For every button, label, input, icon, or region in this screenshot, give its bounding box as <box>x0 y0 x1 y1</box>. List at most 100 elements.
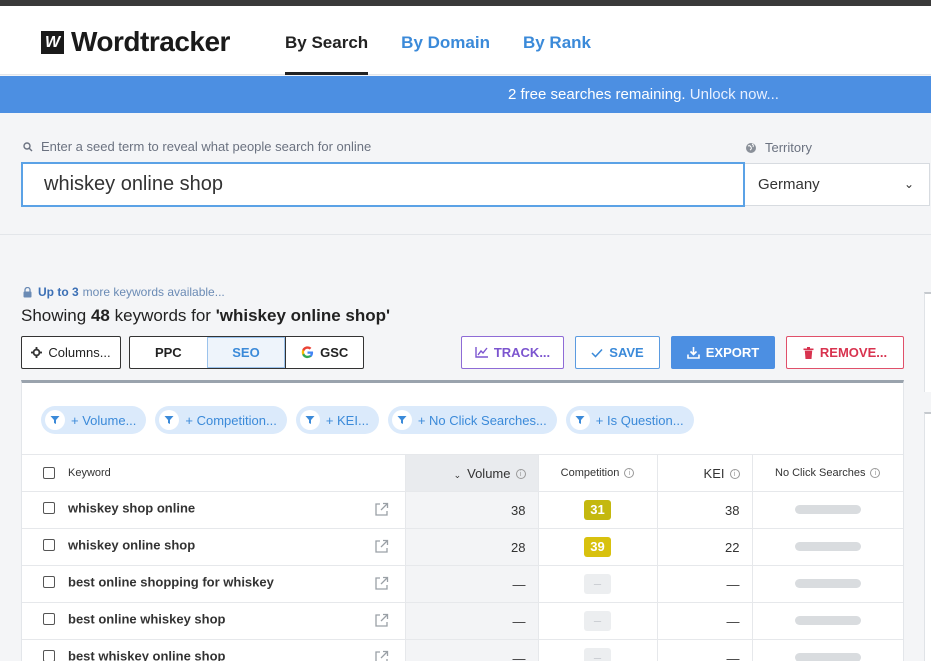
results-summary: Showing 48 keywords for 'whiskey online … <box>21 306 390 326</box>
external-link-icon[interactable] <box>374 576 389 594</box>
remove-button[interactable]: REMOVE... <box>786 336 904 369</box>
table-row[interactable]: whiskey shop online 38 31 38 <box>22 491 903 529</box>
ppc-toggle[interactable]: PPC <box>130 337 207 368</box>
chevron-down-icon: ⌄ <box>903 177 914 191</box>
table-row[interactable]: best whiskey online shop — – — <box>22 639 903 661</box>
volume-cell: — <box>404 639 538 661</box>
columns-button[interactable]: Columns... <box>21 336 121 369</box>
mode-switch: PPC SEO GSC <box>129 336 364 369</box>
no-click-cell <box>751 602 903 640</box>
info-icon[interactable]: i <box>870 468 881 479</box>
save-button[interactable]: SAVE <box>575 336 660 369</box>
sort-chevron-icon: ⌄ <box>453 469 462 480</box>
side-panel-edge <box>924 292 931 392</box>
filter-icon <box>569 410 590 430</box>
keyword-text[interactable]: best online shopping for whiskey <box>68 574 274 589</box>
competition-badge: – <box>584 574 611 594</box>
gsc-label: GSC <box>320 345 349 360</box>
competition-header[interactable]: Competition i <box>537 454 657 492</box>
row-checkbox[interactable] <box>43 501 55 514</box>
export-button[interactable]: EXPORT <box>671 336 775 369</box>
showing-middle: keywords for <box>114 306 211 325</box>
no-click-header[interactable]: No Click Searches i <box>751 454 903 492</box>
query-text: 'whiskey online shop' <box>215 306 391 325</box>
more-available-link[interactable]: more keywords available... <box>83 285 225 299</box>
filter-volume[interactable]: + Volume... <box>41 406 147 434</box>
free-searches-banner: 2 free searches remaining. Unlock now... <box>0 76 931 113</box>
info-icon[interactable]: i <box>624 468 635 479</box>
lock-icon <box>23 286 32 297</box>
row-checkbox[interactable] <box>43 538 55 551</box>
external-link-icon[interactable] <box>374 650 389 661</box>
check-icon <box>591 348 603 358</box>
side-panel-edge-lower <box>924 412 931 661</box>
no-click-placeholder-bar <box>794 542 861 551</box>
row-checkbox[interactable] <box>43 650 55 661</box>
search-area: Enter a seed term to reveal what people … <box>0 113 931 235</box>
info-icon[interactable]: i <box>515 469 526 480</box>
row-checkbox[interactable] <box>43 575 55 588</box>
table-header-row: Keyword ⌄ Volume i Competition i KEI i No Cl… <box>22 454 903 492</box>
volume-header[interactable]: ⌄ Volume i <box>404 454 538 492</box>
filter-competition[interactable]: + Competition... <box>155 406 287 434</box>
download-icon <box>686 347 700 359</box>
external-link-icon[interactable] <box>374 613 389 631</box>
keyword-text[interactable]: best whiskey online shop <box>68 649 225 661</box>
territory-value: Germany <box>758 176 820 193</box>
seo-toggle[interactable]: SEO <box>206 337 286 368</box>
no-click-placeholder-bar <box>794 579 861 588</box>
gear-icon <box>31 347 43 358</box>
select-all-checkbox[interactable] <box>43 467 55 480</box>
filter-volume-label: + Volume... <box>71 412 137 428</box>
gsc-toggle[interactable]: GSC <box>285 337 363 368</box>
keyword-text[interactable]: whiskey online shop <box>68 537 195 552</box>
filter-no-click-searches[interactable]: + No Click Searches... <box>387 406 557 434</box>
info-icon[interactable]: i <box>729 469 740 480</box>
competition-badge: 31 <box>584 500 611 520</box>
competition-header-label: Competition <box>560 467 620 479</box>
track-label: TRACK... <box>493 345 551 360</box>
logo[interactable]: W Wordtracker <box>41 26 230 58</box>
filter-kei[interactable]: + KEI... <box>295 406 379 434</box>
tab-by-rank[interactable]: By Rank <box>523 6 591 75</box>
external-link-icon[interactable] <box>374 539 389 557</box>
up-to-count: Up to 3 <box>38 285 79 299</box>
tab-by-domain[interactable]: By Domain <box>401 6 490 75</box>
territory-label-text: Territory <box>765 140 812 155</box>
keyword-cell: best online shopping for whiskey <box>22 565 405 603</box>
keyword-text[interactable]: best online whiskey shop <box>68 611 225 626</box>
filter-no-click-label: + No Click Searches... <box>417 412 547 428</box>
trend-chart-icon <box>475 347 488 358</box>
logo-mark: W <box>41 30 64 54</box>
territory-label: Territory <box>745 140 812 155</box>
row-checkbox[interactable] <box>43 612 55 625</box>
competition-cell: 39 <box>537 528 657 566</box>
territory-select[interactable]: Germany ⌄ <box>745 163 930 206</box>
no-click-placeholder-bar <box>794 653 861 661</box>
keyword-count: 48 <box>90 306 110 325</box>
no-click-placeholder-bar <box>794 616 861 625</box>
keyword-cell: best online whiskey shop <box>22 602 405 640</box>
trash-icon <box>803 346 814 359</box>
table-row[interactable]: whiskey online shop 28 39 22 <box>22 528 903 566</box>
filter-is-question[interactable]: + Is Question... <box>565 406 694 434</box>
kei-cell: — <box>656 602 752 640</box>
more-keywords-notice: Up to 3 more keywords available... <box>23 285 225 299</box>
tab-by-search[interactable]: By Search <box>285 6 369 75</box>
table-row[interactable]: best online shopping for whiskey — – — <box>22 565 903 603</box>
competition-cell: – <box>537 565 657 603</box>
keyword-cell: whiskey online shop <box>22 528 405 566</box>
keyword-text[interactable]: whiskey shop online <box>68 500 195 515</box>
logo-text: Wordtracker <box>71 26 230 57</box>
ppc-label: PPC <box>154 345 182 360</box>
kei-header[interactable]: KEI i <box>656 454 752 492</box>
filter-icon <box>159 410 180 430</box>
external-link-icon[interactable] <box>374 502 389 520</box>
no-click-placeholder-bar <box>794 505 861 514</box>
unlock-link[interactable]: Unlock now... <box>690 86 779 103</box>
seed-term-input[interactable] <box>21 162 745 207</box>
track-button[interactable]: TRACK... <box>461 336 564 369</box>
keyword-cell: best whiskey online shop <box>22 639 405 661</box>
keyword-header[interactable]: Keyword <box>22 454 405 492</box>
table-row[interactable]: best online whiskey shop — – — <box>22 602 903 640</box>
